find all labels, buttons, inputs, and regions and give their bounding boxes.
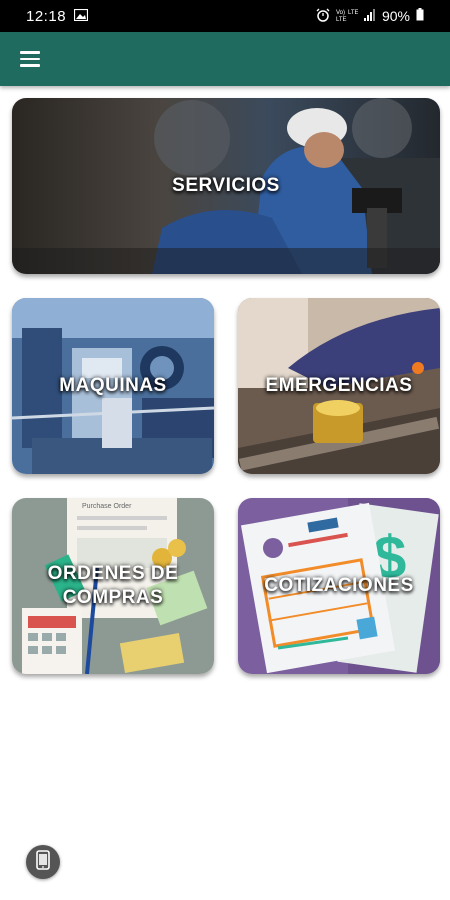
tile-ordenes-de-compras[interactable]: Purchase Order ORDENES DE COMPRAS [12,498,214,674]
tile-cotizaciones[interactable]: $ COTIZACIONES [238,498,440,674]
status-bar: 12:18 Vo) LTE LTE 90% [0,0,450,32]
phone-device-button[interactable] [26,845,60,879]
tile-maquinas[interactable]: MAQUINAS [12,298,214,474]
tile-label-servicios: SERVICIOS [172,175,280,196]
tile-label-emergencias: EMERGENCIAS [265,375,413,396]
svg-text:LTE: LTE [336,17,347,22]
hamburger-menu-icon[interactable] [20,47,44,71]
tile-emergencias[interactable]: EMERGENCIAS [238,298,440,474]
status-time: 12:18 [26,7,67,25]
svg-text:LTE: LTE [348,10,358,16]
signal-icon [363,8,376,24]
tile-label-ordenes-de-compras: ORDENES DE COMPRAS [47,563,179,608]
svg-text:Vo): Vo) [336,10,345,16]
alarm-icon [316,8,330,25]
tile-servicios[interactable]: SERVICIOS [12,98,440,274]
phone-device-icon [36,849,50,875]
svg-text:Purchase Order: Purchase Order [82,503,132,510]
battery-icon [416,8,424,24]
volte-lte-icon: Vo) LTE LTE [336,8,359,25]
tile-label-cotizaciones: COTIZACIONES [264,575,414,596]
tile-label-maquinas: MAQUINAS [59,375,167,396]
battery-percent: 90% [381,8,410,24]
gallery-notification-icon [73,8,89,25]
app-bar [0,32,450,86]
